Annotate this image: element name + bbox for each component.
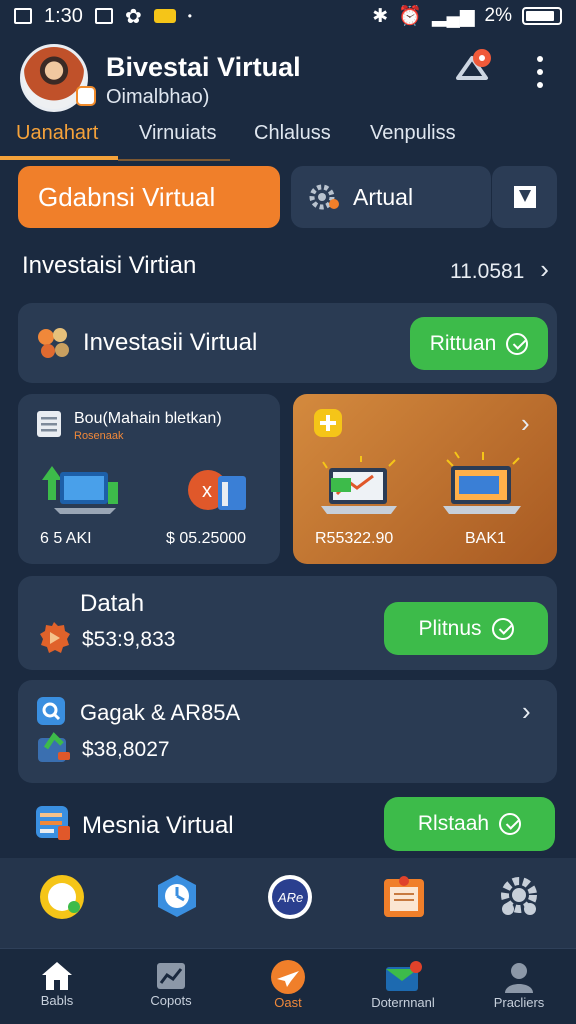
portfolio-value-b: $ 05.25000 [166,530,247,547]
section-title: Investaisi Virtian [22,252,197,279]
nav-item-reports[interactable]: Copots [126,959,216,1008]
section-count-value: 11.0581 [450,260,525,283]
mesnia-button[interactable]: Rlstaah [384,797,555,851]
nav-label-profile: Pracliers [493,995,545,1010]
alarm-icon: ⏰ [398,6,422,27]
data-card-button-label: Plitnus [418,616,482,640]
active-tab-indicator [0,156,118,160]
portfolio-card-subtitle: Rosenaak [74,430,124,442]
mesnia-button-label: Rlstaah [417,812,490,835]
section-count[interactable]: 11.0581 › [450,254,549,285]
chevron-right-icon[interactable]: › [521,408,530,439]
bookmark-icon [513,186,536,208]
performance-value-a: R55322.90 [315,530,394,547]
timer-icon[interactable] [154,873,200,919]
portfolio-value-a: 6 5 AKI [40,530,92,547]
app-subtitle: Oimalbhao) [106,86,210,108]
settings-users-icon[interactable] [496,873,542,919]
svg-text:ARe: ARe [277,890,303,905]
more-options-icon[interactable] [526,56,554,88]
portfolio-card[interactable]: Bou(Mahain bletkan) Rosenaak x 6 5 AKI $… [18,394,280,564]
signal-icon: ▂▄▆ [431,5,475,27]
nav-item-oast[interactable]: Oast [243,959,333,1010]
check-icon [499,813,522,835]
secondary-action-label: Artual [353,183,414,210]
svg-text:x: x [202,480,212,502]
add-icon [314,409,342,437]
tab-chlaluss[interactable]: Chlaluss [254,122,331,145]
performance-card[interactable]: › R55322.90 BAK1 [293,394,557,564]
nav-item-profile[interactable]: Pracliers [474,959,564,1010]
calculator-icon [36,806,70,840]
primary-action-label: Gdabnsi Virtual [38,181,216,212]
battery-percent: 2% [484,5,512,26]
laptop-growth-icon [42,466,118,514]
data-card-button[interactable]: Plitnus [384,602,548,655]
app-icon: ✿ [124,5,142,28]
chart-icon [157,963,185,989]
coins-icon [38,328,69,358]
dot-icon: • [187,9,192,23]
location-share-icon[interactable] [452,44,496,88]
invest-card-title: Investasii Virtual [83,329,258,356]
bluetooth-icon: ✱ [372,5,389,27]
search-icon [37,697,65,725]
home-icon [42,962,72,990]
nav-label-documents: Doternnanl [371,995,435,1010]
bottom-nav: Babls Copots Oast Doternnanl Pracliers [0,948,576,1024]
nav-label-home: Babls [40,993,74,1008]
laptop-analytics-icon [443,451,521,514]
clipboard-icon[interactable] [382,873,426,919]
invest-card-button[interactable]: Rittuan [410,317,548,370]
tab-divider [118,159,230,161]
bookmark-button[interactable] [492,166,557,228]
finance-chart-icon: x [188,470,246,510]
data-card[interactable]: Datah $53:9,833 Plitnus [18,576,557,670]
invest-card-button-label: Rittuan [429,331,497,355]
data-card-title: Datah [80,590,145,617]
battery-icon [522,7,562,25]
gagak-card-value: $38,8027 [82,738,170,761]
avatar-badge-icon [76,86,96,106]
chevron-right-icon: › [540,254,549,284]
gagak-card[interactable]: Gagak & AR85A › $38,8027 [18,680,557,783]
gear-icon [309,184,339,210]
tab-virnuiats[interactable]: Virnuiats [139,122,216,145]
chevron-right-icon[interactable]: › [522,696,531,727]
nav-label-reports: Copots [150,993,192,1008]
user-icon [505,963,533,993]
notification-icon [14,8,32,24]
check-icon [506,332,529,355]
mail-notification-icon [153,9,176,23]
performance-value-b: BAK1 [465,530,506,547]
tab-venpuliss[interactable]: Venpuliss [370,122,456,145]
plane-icon [271,960,305,994]
shortcut-bar: ARe [0,858,576,948]
tab-bar: Uanahart Virnuiats Chlaluss Venpuliss [0,112,576,162]
chat-icon[interactable] [38,873,86,921]
tab-uanahart[interactable]: Uanahart [16,122,98,145]
primary-action-button[interactable]: Gdabnsi Virtual [18,166,280,228]
wallet-icon [38,732,70,762]
gagak-card-title: Gagak & AR85A [80,700,241,725]
invest-card[interactable]: Investasii Virtual Rittuan [18,303,557,383]
check-icon [491,617,514,640]
badge-icon [40,622,70,653]
nav-label-oast: Oast [274,995,302,1010]
app-title: Bivestai Virtual [106,52,301,82]
portfolio-card-title: Bou(Mahain bletkan) [74,410,222,427]
nav-item-home[interactable]: Babls [12,959,102,1008]
status-time: 1:30 [44,4,83,27]
secondary-action-button[interactable]: Artual [291,166,491,228]
mail-icon [386,961,422,991]
mesnia-title: Mesnia Virtual [82,812,234,839]
status-bar: 1:30 ✿ • ✱ ⏰ ▂▄▆ 2% [0,0,576,32]
data-card-value: $53:9,833 [82,628,176,651]
nav-item-documents[interactable]: Doternnanl [358,959,448,1010]
image-icon [94,8,113,24]
laptop-chart-icon [321,456,397,514]
globe-icon[interactable]: ARe [266,873,314,921]
document-icon [37,411,61,437]
